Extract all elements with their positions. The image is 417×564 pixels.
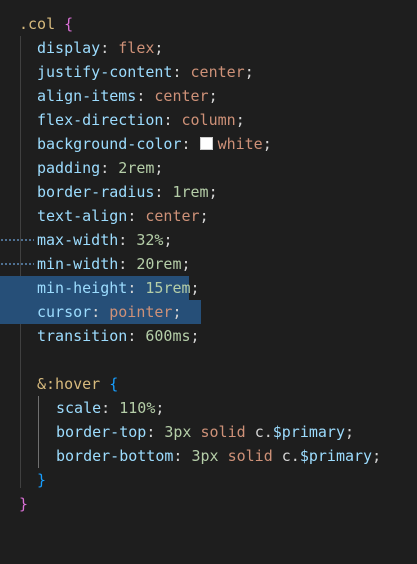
unit: % (146, 399, 156, 417)
scss-variable: $primary (299, 447, 373, 465)
code-line[interactable]: transition: 600ms; (0, 324, 417, 348)
property-value: pointer (109, 303, 173, 321)
code-line[interactable]: border-top: 3px solid c.$primary; (0, 420, 417, 444)
code-line[interactable]: padding: 2rem; (0, 156, 417, 180)
code-line[interactable]: flex-direction: column; (0, 108, 417, 132)
property-name: cursor (37, 303, 92, 321)
property-name: padding (37, 159, 101, 177)
keyword-value: solid (227, 447, 273, 465)
property-name: transition (37, 327, 128, 345)
pseudo-class: :hover (46, 375, 101, 393)
code-line[interactable]: background-color: white; (0, 132, 417, 156)
property-value: column (181, 111, 236, 129)
property-value: center (190, 63, 245, 81)
unit: rem (127, 159, 155, 177)
number-value: 32 (136, 231, 155, 249)
property-name: min-height (37, 279, 128, 297)
code-line[interactable]: min-height: 15rem; (0, 276, 417, 300)
code-line[interactable]: cursor: pointer; (0, 300, 417, 324)
code-line[interactable]: align-items: center; (0, 84, 417, 108)
property-name: text-align (37, 207, 128, 225)
unit: ms (172, 327, 191, 345)
unit: rem (163, 279, 191, 297)
number-value: 600 (145, 327, 173, 345)
unit: px (200, 447, 219, 465)
namespace: c. (254, 423, 273, 441)
code-line[interactable]: justify-content: center; (0, 60, 417, 84)
property-name: border-radius (37, 183, 155, 201)
number-value: 15 (145, 279, 164, 297)
code-line[interactable]: text-align: center; (0, 204, 417, 228)
property-name: flex-direction (37, 111, 164, 129)
number-value: 110 (119, 399, 147, 417)
property-value: white (217, 135, 263, 153)
close-brace: } (19, 495, 29, 513)
property-name: border-top (56, 423, 147, 441)
color-swatch-icon[interactable] (199, 137, 213, 150)
number-value: 1 (172, 183, 182, 201)
property-name: display (37, 39, 101, 57)
property-value: flex (118, 39, 155, 57)
property-name: max-width (37, 231, 119, 249)
code-line[interactable]: } (0, 468, 417, 492)
property-name: scale (56, 399, 102, 417)
namespace: c. (281, 447, 300, 465)
close-brace: } (37, 471, 47, 489)
code-line[interactable]: border-radius: 1rem; (0, 180, 417, 204)
open-brace: { (64, 15, 74, 33)
code-editor[interactable]: .col { display: flex; justify-content: c… (0, 0, 417, 533)
property-name: border-bottom (56, 447, 174, 465)
unit: rem (154, 255, 182, 273)
property-name: min-width (37, 255, 119, 273)
number-value: 2 (118, 159, 128, 177)
css-selector: .col (19, 15, 56, 33)
code-line-selected[interactable]: max-width: 32%; (0, 228, 417, 300)
code-line[interactable]: &:hover { (0, 372, 417, 396)
unit: rem (181, 183, 209, 201)
property-name: align-items (37, 87, 137, 105)
code-line[interactable]: } (0, 492, 417, 516)
code-line[interactable]: .col { (0, 12, 417, 36)
code-line-selected[interactable]: min-width: 20rem; (0, 252, 417, 324)
whitespace-dots (0, 239, 34, 241)
property-value: center (154, 87, 209, 105)
property-name: background-color (37, 135, 182, 153)
parent-selector: & (37, 375, 47, 393)
code-line[interactable]: border-bottom: 3px solid c.$primary; (0, 444, 417, 468)
property-value: center (145, 207, 200, 225)
scss-variable: $primary (272, 423, 345, 441)
whitespace-dots (0, 263, 34, 265)
number-value: 3 (191, 447, 201, 465)
code-line[interactable]: scale: 110%; (0, 396, 417, 420)
property-name: justify-content (37, 63, 173, 81)
number-value: 20 (136, 255, 155, 273)
open-brace: { (109, 375, 119, 393)
keyword-value: solid (200, 423, 246, 441)
unit: px (173, 423, 192, 441)
code-line[interactable]: display: flex; (0, 36, 417, 60)
